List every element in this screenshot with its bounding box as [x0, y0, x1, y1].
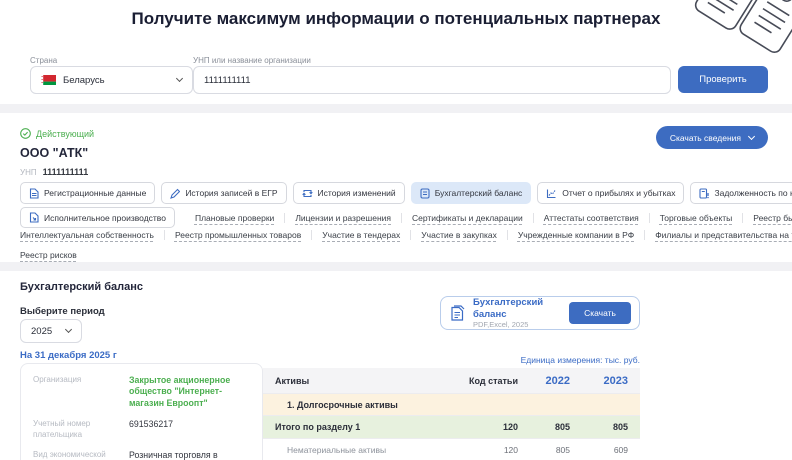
link-certificates[interactable]: Сертификаты и декларации [402, 213, 534, 223]
tab-label: Исполнительное производство [44, 213, 166, 223]
tab-label: История записей в ЕГР [185, 188, 277, 198]
balance-sheet-icon [420, 188, 430, 199]
total-row-2022: 805 [530, 422, 582, 432]
tab-label: Бухгалтерский баланс [435, 188, 523, 198]
table-header-row: Активы Код статьи 2022 2023 [263, 368, 640, 394]
balance-table: Активы Код статьи 2022 2023 1. Долгосроч… [263, 368, 640, 460]
unp-value: 1111111111 [43, 167, 89, 177]
tab-enforcement-proceedings[interactable]: Исполнительное производство [20, 207, 175, 228]
history-loop-icon [302, 188, 313, 199]
tab-registration-data[interactable]: Регистрационные данные [20, 182, 155, 204]
chart-icon [546, 188, 557, 199]
link-attestations[interactable]: Аттестаты соответствия [534, 213, 650, 223]
unit-of-measure-label: Единица измерения: тыс. руб. [380, 355, 640, 365]
total-row-name: Итого по разделу 1 [263, 422, 445, 432]
tab-label: История изменений [318, 188, 396, 198]
document-icon [29, 188, 39, 199]
section-divider [0, 262, 792, 271]
country-select[interactable]: Беларусь [30, 66, 193, 94]
item-row-code: 120 [445, 445, 530, 455]
download-info-button[interactable]: Скачать сведения [656, 126, 768, 149]
tabs-row-2: Исполнительное производство Плановые про… [20, 207, 792, 228]
company-name: ООО "АТК" [20, 146, 88, 160]
tab-balance-sheet[interactable]: Бухгалтерский баланс [411, 182, 532, 204]
period-select-value: 2025 [31, 326, 59, 337]
check-circle-icon [20, 128, 31, 139]
page: Получите максимум информации о потенциал… [0, 0, 792, 460]
link-rf-branches[interactable]: Филиалы и представительства на территори… [645, 230, 792, 240]
chevron-down-icon [176, 75, 183, 82]
tab-label: Задолженность по налогам [714, 188, 792, 198]
status-label: Действующий [36, 129, 94, 139]
country-label: Страна [30, 56, 57, 65]
balance-date-link[interactable]: На 31 декабря 2025 г [20, 350, 117, 361]
col-header-code: Код статьи [445, 376, 530, 386]
exec-doc-icon [29, 212, 39, 223]
tax-debt-icon [699, 188, 709, 199]
link-trade-objects[interactable]: Торговые объекты [650, 213, 744, 223]
tab-label: Регистрационные данные [44, 188, 146, 198]
download-balance-button[interactable]: Скачать [569, 302, 631, 324]
tabs-row-4: Реестр рисков [20, 250, 87, 260]
org-card-label: Организация [33, 375, 119, 385]
period-label: Выберите период [20, 306, 105, 317]
tabs-row-3: Интеллектуальная собственность Реестр пр… [20, 230, 792, 240]
tab-label: Отчет о прибылях и убытках [562, 188, 675, 198]
link-procurements[interactable]: Участие в закупках [411, 230, 508, 240]
col-header-2022: 2022 [530, 375, 582, 387]
link-household-services[interactable]: Реестр бытовых услуг [743, 213, 792, 223]
download-info-label: Скачать сведения [670, 133, 741, 143]
period-select[interactable]: 2025 [20, 319, 82, 343]
link-planned-inspections[interactable]: Плановые проверки [185, 213, 285, 223]
org-search-input[interactable] [193, 66, 671, 94]
country-select-value: Беларусь [63, 75, 170, 86]
tab-egr-history[interactable]: История записей в ЕГР [161, 182, 286, 204]
col-header-2023: 2023 [582, 375, 640, 387]
link-tenders[interactable]: Участие в тендерах [312, 230, 411, 240]
company-status: Действующий [20, 128, 94, 139]
link-licenses[interactable]: Лицензии и разрешения [285, 213, 402, 223]
link-industrial-goods[interactable]: Реестр промышленных товаров [165, 230, 312, 240]
section-divider [0, 104, 792, 113]
balance-section-title: Бухгалтерский баланс [20, 281, 143, 293]
col-header-assets: Активы [263, 376, 445, 386]
table-row: 1. Долгосрочные активы [263, 394, 640, 416]
organization-card: Организация Закрытое акционерное обществ… [20, 363, 263, 460]
table-row: Итого по разделу 1 120 805 805 [263, 416, 640, 439]
link-rf-companies[interactable]: Учрежденные компании в РФ [508, 230, 645, 240]
download-card-text: Бухгалтерский баланс PDF,Excel, 2025 [473, 297, 561, 329]
tabs-row-1: Регистрационные данные История записей в… [20, 182, 792, 204]
total-row-2023: 805 [582, 422, 640, 432]
org-card-value-payer-number: 691536217 [129, 419, 250, 430]
item-row-name: Нематериальные активы [263, 445, 445, 455]
section-row-name: 1. Долгосрочные активы [263, 400, 445, 410]
total-row-code: 120 [445, 422, 530, 432]
chevron-down-icon [748, 132, 755, 139]
belarus-flag-icon [41, 75, 56, 85]
balance-download-card: Бухгалтерский баланс PDF,Excel, 2025 Ска… [440, 296, 640, 330]
link-risk-register[interactable]: Реестр рисков [20, 250, 87, 260]
org-card-value-activity: Розничная торговля в неспециализированны… [129, 450, 250, 460]
download-card-title: Бухгалтерский баланс [473, 297, 561, 320]
tab-change-history[interactable]: История изменений [293, 182, 405, 204]
org-card-value-organization: Закрытое акционерное общество "Интернет-… [129, 375, 250, 409]
download-card-subtitle: PDF,Excel, 2025 [473, 320, 561, 329]
tab-profit-loss[interactable]: Отчет о прибылях и убытках [537, 182, 684, 204]
org-search-label: УНП или название организации [193, 56, 311, 65]
org-card-label: Вид экономической деятельности [33, 450, 119, 460]
tab-tax-debt[interactable]: Задолженность по налогам [690, 182, 792, 204]
org-card-label: Учетный номер плательщика [33, 419, 119, 440]
document-icon [449, 305, 465, 322]
unp-label: УНП [20, 168, 37, 177]
link-intellectual-property[interactable]: Интеллектуальная собственность [20, 230, 165, 240]
table-row: Нематериальные активы 120 805 609 [263, 439, 640, 460]
item-row-2022: 805 [530, 445, 582, 455]
item-row-2023: 609 [582, 445, 640, 455]
check-button[interactable]: Проверить [678, 66, 768, 93]
company-unp: УНП 1111111111 [20, 167, 88, 177]
pencil-icon [170, 188, 180, 199]
chevron-down-icon [65, 326, 72, 333]
